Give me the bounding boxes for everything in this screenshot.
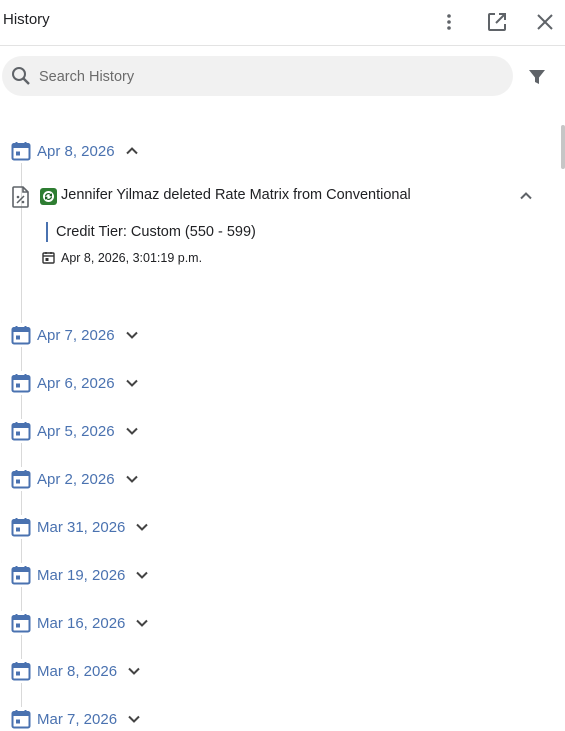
date-group-header[interactable]: Mar 7, 2026 [11,707,142,731]
chevron-down-icon [128,667,140,675]
panel-header: History [0,0,565,46]
date-label: Mar 7, 2026 [37,710,118,728]
date-group-header[interactable]: Mar 8, 2026 [11,659,142,683]
date-label: Mar 8, 2026 [37,662,118,680]
more-button[interactable] [435,8,463,36]
chevron-down-icon [125,331,138,339]
date-label: Mar 19, 2026 [37,566,126,584]
chevron-down-icon [136,619,149,627]
calendar-icon [11,374,31,393]
calendar-icon [11,326,31,345]
panel-title: History [3,11,50,28]
date-label: Apr 2, 2026 [37,470,115,488]
calendar-icon [11,422,31,441]
event-timestamp: Apr 8, 2026, 3:01:19 p.m. [61,251,203,265]
calendar-icon [11,142,31,161]
open-in-new-icon [488,13,506,31]
more-vert-icon [447,14,451,30]
chevron-down-icon [125,475,138,483]
date-group-header[interactable]: Apr 5, 2026 [11,419,139,443]
chevron-down-icon [125,379,138,387]
search-bar [2,56,513,96]
calendar-icon [11,710,31,729]
date-group-header[interactable]: Apr 6, 2026 [11,371,139,395]
chevron-up-icon [125,147,138,155]
app-logo-icon [40,188,57,205]
date-label: Apr 6, 2026 [37,374,115,392]
scrollbar-thumb[interactable] [561,125,565,169]
date-label: Apr 5, 2026 [37,422,115,440]
date-group-header[interactable]: Apr 2, 2026 [11,467,139,491]
chevron-down-icon [136,571,149,579]
calendar-icon [11,614,31,633]
date-label: Apr 7, 2026 [37,326,115,344]
event-summary: Jennifer Yilmaz deleted Rate Matrix from… [61,187,411,203]
search-input[interactable] [37,64,501,90]
close-icon [537,14,553,30]
date-label: Mar 31, 2026 [37,518,126,536]
chevron-down-icon [136,523,149,531]
date-group-header[interactable]: Apr 7, 2026 [11,323,139,347]
chevron-down-icon [125,427,138,435]
calendar-small-icon [42,252,55,264]
calendar-icon [11,566,31,585]
chevron-down-icon [128,715,140,723]
calendar-icon [11,662,31,681]
popout-button[interactable] [483,8,511,36]
date-group-header[interactable]: Mar 16, 2026 [11,611,150,635]
rate-document-icon [12,186,29,208]
close-button[interactable] [531,8,559,36]
date-label: Apr 8, 2026 [37,142,115,160]
date-group-header[interactable]: Apr 8, 2026 [11,139,139,163]
collapse-event-icon[interactable] [518,188,534,204]
date-label: Mar 16, 2026 [37,614,126,632]
search-icon [12,67,30,85]
date-group-header[interactable]: Mar 19, 2026 [11,563,150,587]
calendar-icon [11,470,31,489]
calendar-icon [11,518,31,537]
filter-icon [529,70,545,84]
date-group-header[interactable]: Mar 31, 2026 [11,515,150,539]
event-change-detail: Credit Tier: Custom (550 - 599) [46,222,256,242]
filter-button[interactable] [525,64,549,90]
